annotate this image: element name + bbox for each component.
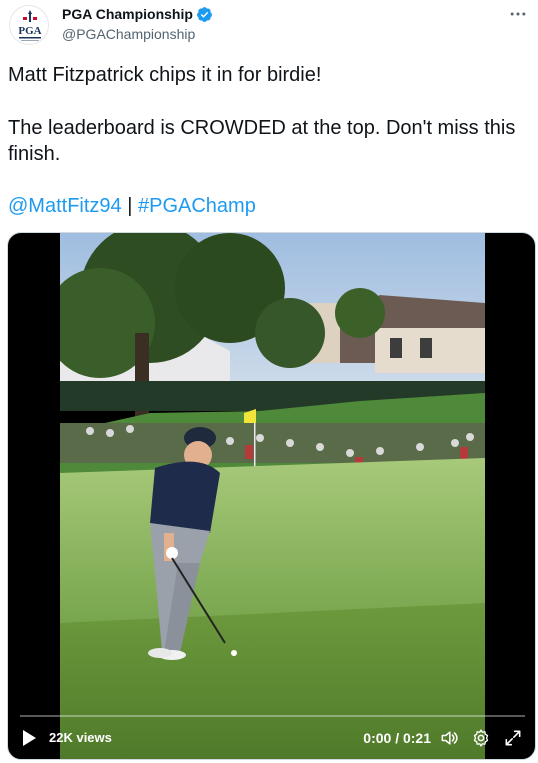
video-time: 0:00 / 0:21	[363, 730, 431, 746]
tweet-line-2: The leaderboard is CROWDED at the top. D…	[8, 117, 516, 165]
tweet-links: @MattFitz94 | #PGAChamp	[8, 193, 256, 219]
link-separator: |	[121, 195, 138, 217]
verified-badge-icon	[196, 6, 213, 23]
video-frame[interactable]	[60, 233, 485, 759]
progress-bar[interactable]	[20, 715, 525, 717]
mention-link[interactable]: @MattFitz94	[8, 195, 122, 217]
svg-text:PGA: PGA	[18, 25, 41, 37]
video-controls: 22K views 0:00 / 0:21	[8, 715, 535, 759]
more-horizontal-icon[interactable]	[504, 2, 532, 26]
pga-logo-icon: PGA	[10, 6, 48, 44]
tweet-header: PGA PGA Championship @PGAChampionship	[0, 0, 538, 52]
hashtag-link[interactable]: #PGAChamp	[138, 195, 256, 217]
play-icon[interactable]	[20, 729, 38, 747]
video-player[interactable]: 22K views 0:00 / 0:21	[7, 232, 536, 760]
views-count: 22K views	[49, 730, 112, 745]
tweet-line-1: Matt Fitzpatrick chips it in for birdie!	[8, 64, 322, 86]
volume-icon[interactable]	[439, 728, 459, 748]
settings-gear-icon[interactable]	[471, 728, 491, 748]
handle[interactable]: @PGAChampionship	[62, 25, 195, 43]
avatar[interactable]: PGA	[9, 5, 49, 45]
golf-scene-image	[60, 233, 485, 759]
display-name[interactable]: PGA Championship	[62, 5, 193, 23]
fullscreen-icon[interactable]	[503, 728, 523, 748]
